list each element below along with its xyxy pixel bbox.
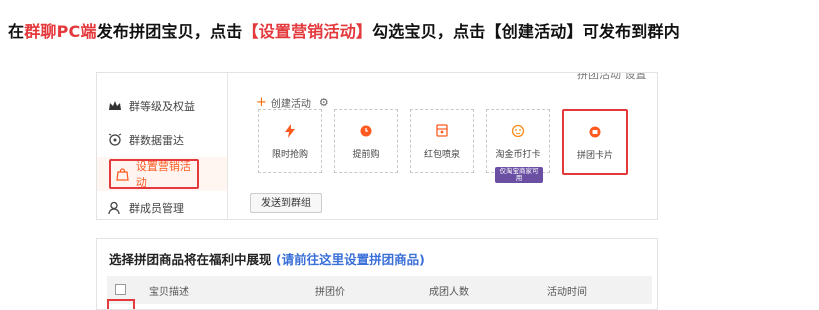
settings-icon[interactable]: ⚙: [319, 96, 329, 109]
radar-icon: [107, 132, 123, 148]
sidebar-item-label: 群数据雷达: [129, 134, 184, 147]
activity-label: 淘金币打卡: [495, 149, 541, 160]
activity-flash-sale[interactable]: 限时抢购: [258, 109, 322, 173]
marketing-settings-panel: 拼团活动 设置 群等级及权益 群数据雷达 设置营销活动 群成员管理 + 创建活动…: [96, 72, 658, 220]
plus-icon: +: [256, 95, 267, 110]
gift-icon: [434, 123, 450, 139]
product-table-header: 宝贝描述 拼团价 成团人数 活动时间: [107, 276, 652, 304]
create-activity-row[interactable]: + 创建活动 ⚙: [256, 95, 329, 110]
column-header-price: 拼团价: [315, 287, 345, 298]
column-header-description: 宝贝描述: [149, 287, 189, 298]
activity-label: 红包喷泉: [423, 149, 460, 160]
activity-label: 限时抢购: [271, 149, 308, 160]
crown-icon: [107, 98, 123, 114]
sidebar-item-members[interactable]: 群成员管理: [107, 193, 217, 219]
activity-label: 提前购: [352, 149, 380, 160]
create-activity-label: 创建活动: [270, 99, 311, 110]
activity-label: 拼团卡片: [576, 150, 613, 161]
sidebar-item-group-level[interactable]: 群等级及权益: [107, 91, 217, 121]
panel-title-text: 选择拼团商品将在福利中展现: [109, 252, 272, 267]
settings-sidebar: 群等级及权益 群数据雷达 设置营销活动 群成员管理: [97, 73, 228, 219]
select-all-checkbox[interactable]: [115, 284, 126, 295]
sidebar-item-label: 群成员管理: [129, 202, 184, 215]
activity-red-packet[interactable]: 红包喷泉: [410, 109, 474, 173]
group-buy-product-panel: 选择拼团商品将在福利中展现 (请前往这里设置拼团商品) 宝贝描述 拼团价 成团人…: [96, 238, 658, 310]
user-icon: [107, 200, 123, 216]
headline-highlight-1: 群聊PC端: [24, 22, 97, 41]
group-icon: [587, 124, 603, 140]
sidebar-item-label: 群等级及权益: [129, 100, 195, 113]
headline-text-1: 在: [8, 22, 25, 41]
instruction-headline: 在群聊PC端发布拼团宝贝，点击【设置营销活动】勾选宝贝，点击【创建活动】可发布到…: [8, 18, 680, 42]
coin-icon: [510, 123, 526, 139]
activity-gold-coin[interactable]: 淘金币打卡: [486, 109, 550, 173]
column-header-group-size: 成团人数: [429, 287, 469, 298]
sidebar-item-marketing[interactable]: 设置营销活动: [109, 159, 199, 189]
headline-text-3: 勾选宝贝，点击【创建活动】可发布到群内: [372, 22, 680, 41]
activity-presale[interactable]: 提前购: [334, 109, 398, 173]
send-to-group-button[interactable]: 发送到群组: [250, 193, 322, 213]
merchant-only-badge: 仅淘宝商家可用: [495, 167, 543, 183]
headline-highlight-2: 【设置营销活动】: [242, 22, 373, 41]
bag-icon: [115, 166, 130, 182]
sidebar-item-data-radar[interactable]: 群数据雷达: [107, 125, 217, 155]
sidebar-item-label: 设置营销活动: [135, 160, 191, 189]
headline-text-2: 发布拼团宝贝，点击: [96, 22, 243, 41]
column-header-time: 活动时间: [547, 287, 587, 298]
selection-highlight-box: [107, 299, 135, 309]
marketing-content: + 创建活动 ⚙ 限时抢购 提前购 红包喷泉 淘金币打卡 拼团卡片 仅淘宝商家可…: [228, 73, 657, 219]
activity-group-card[interactable]: 拼团卡片: [562, 109, 628, 175]
clock-icon: [358, 123, 374, 139]
setup-group-buy-link[interactable]: (请前往这里设置拼团商品): [276, 252, 425, 267]
lightning-icon: [282, 123, 298, 139]
panel-title: 选择拼团商品将在福利中展现 (请前往这里设置拼团商品): [109, 249, 425, 268]
